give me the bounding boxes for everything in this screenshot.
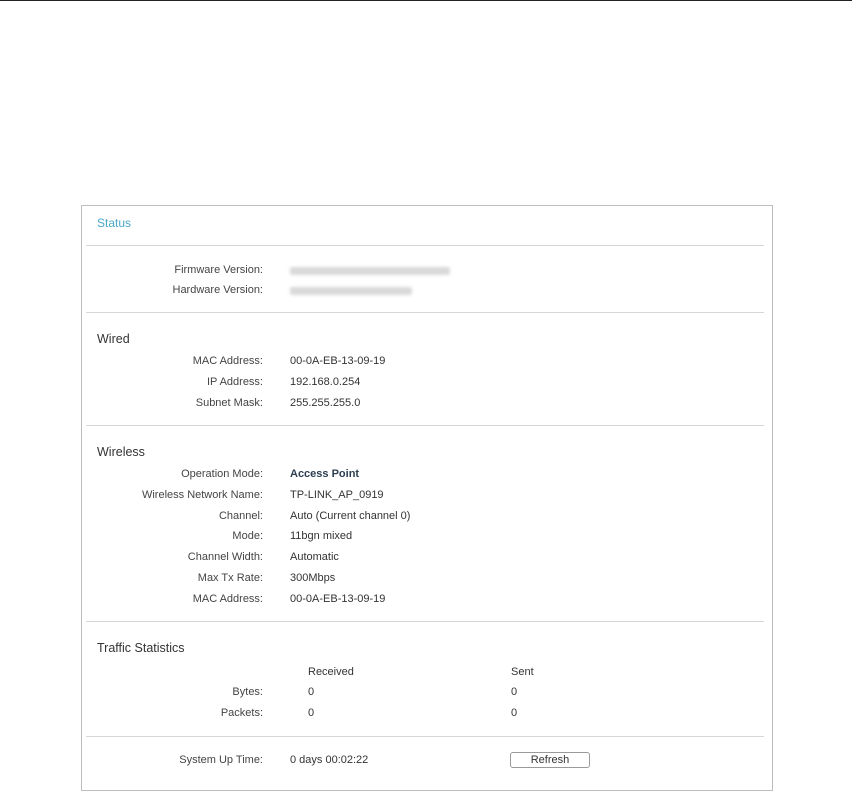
packets-received-value: 0: [308, 707, 315, 719]
bytes-sent-value: 0: [511, 686, 518, 698]
packets-sent-value: 0: [511, 707, 518, 719]
wireless-mac-label: MAC Address:: [192, 593, 263, 605]
packets-label: Packets:: [220, 707, 263, 719]
divider: [86, 621, 764, 622]
system-up-time-value: 0 days 00:02:22: [290, 754, 369, 766]
operation-mode-value: Access Point: [290, 468, 360, 480]
divider: [86, 425, 764, 426]
channel-label: Channel:: [218, 510, 263, 522]
status-title: Status: [97, 216, 132, 230]
wireless-mac-value: 00-0A-EB-13-09-19: [290, 593, 386, 605]
wired-mac-value: 00-0A-EB-13-09-19: [290, 355, 386, 367]
traffic-statistics-title: Traffic Statistics: [97, 641, 185, 655]
wired-title: Wired: [97, 332, 130, 346]
wired-subnet-value: 255.255.255.0: [290, 397, 361, 409]
status-panel: Status Firmware Version: Hardware Versio…: [81, 205, 773, 791]
system-up-time-label: System Up Time:: [179, 754, 263, 766]
bytes-received-value: 0: [308, 686, 315, 698]
refresh-button[interactable]: Refresh: [510, 752, 590, 768]
wired-mac-label: MAC Address:: [192, 355, 263, 367]
wired-ip-label: IP Address:: [206, 376, 263, 388]
bytes-label: Bytes:: [232, 686, 263, 698]
network-name-value: TP-LINK_AP_0919: [290, 489, 384, 501]
divider: [86, 245, 764, 246]
divider: [86, 312, 764, 313]
mode-label: Mode:: [232, 530, 263, 542]
wireless-title: Wireless: [97, 445, 145, 459]
channel-width-label: Channel Width:: [187, 551, 263, 563]
mode-value: 11bgn mixed: [290, 530, 353, 542]
top-rule: [0, 0, 852, 1]
channel-value: Auto (Current channel 0): [290, 510, 411, 522]
max-tx-rate-value: 300Mbps: [290, 572, 336, 584]
hardware-version-value-redacted: [290, 287, 412, 295]
hardware-version-label: Hardware Version:: [172, 284, 264, 296]
wired-ip-value: 192.168.0.254: [290, 376, 361, 388]
operation-mode-label: Operation Mode:: [181, 468, 263, 480]
sent-header: Sent: [511, 666, 534, 678]
max-tx-rate-label: Max Tx Rate:: [197, 572, 263, 584]
wired-subnet-label: Subnet Mask:: [195, 397, 263, 409]
received-header: Received: [308, 666, 354, 678]
firmware-version-label: Firmware Version:: [174, 264, 263, 276]
channel-width-value: Automatic: [290, 551, 339, 563]
network-name-label: Wireless Network Name:: [141, 489, 263, 501]
firmware-version-value-redacted: [290, 267, 450, 275]
divider: [86, 736, 764, 737]
